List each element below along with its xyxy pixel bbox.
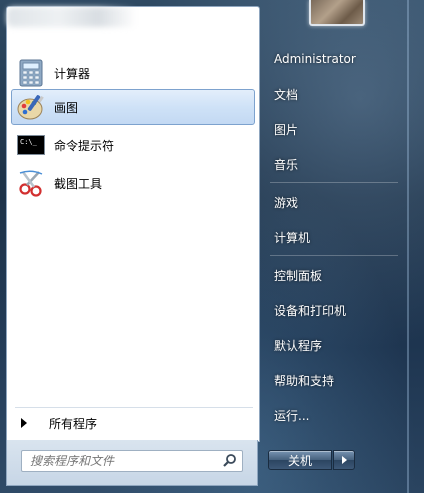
search-input[interactable]: [22, 451, 220, 471]
menu-item-pictures[interactable]: 图片: [268, 116, 408, 142]
program-item-snipping-tool[interactable]: 截图工具: [11, 165, 255, 201]
divider: [270, 255, 398, 256]
menu-item-control-panel[interactable]: 控制面板: [268, 262, 408, 288]
divider: [15, 407, 253, 408]
user-avatar[interactable]: [309, 0, 365, 26]
menu-item-games[interactable]: 游戏: [268, 189, 408, 215]
program-label: 命令提示符: [54, 138, 115, 153]
blurred-header: [7, 7, 137, 27]
shutdown-button[interactable]: 关机: [268, 450, 332, 470]
menu-item-help-support[interactable]: 帮助和支持: [268, 367, 408, 393]
menu-item-music[interactable]: 音乐: [268, 151, 408, 177]
shutdown-options-button[interactable]: [333, 450, 355, 470]
program-label: 画图: [54, 100, 79, 115]
snipping-tool-icon: [16, 168, 46, 198]
programs-panel: 计算器 画图 C:\_ 命令提示符 截图工具 所有程序: [6, 6, 260, 442]
menu-item-devices-printers[interactable]: 设备和打印机: [268, 297, 408, 323]
chevron-right-icon: [341, 456, 347, 464]
menu-item-default-programs[interactable]: 默认程序: [268, 332, 408, 358]
command-prompt-icon-text: C:\_: [17, 135, 45, 155]
menu-item-run[interactable]: 运行...: [268, 402, 408, 428]
user-name-link[interactable]: Administrator: [268, 46, 408, 72]
program-label: 计算器: [54, 66, 91, 81]
command-prompt-icon: C:\_: [16, 130, 46, 160]
menu-item-documents[interactable]: 文档: [268, 81, 408, 107]
menu-item-computer[interactable]: 计算机: [268, 224, 408, 250]
program-item-command-prompt[interactable]: C:\_ 命令提示符: [11, 127, 255, 163]
program-item-paint[interactable]: 画图: [11, 89, 255, 125]
search-bar-area: [6, 440, 258, 486]
calculator-icon: [16, 58, 46, 88]
chevron-right-icon: [21, 418, 27, 428]
search-box[interactable]: [21, 450, 243, 472]
program-label: 截图工具: [54, 176, 103, 191]
all-programs-link[interactable]: 所有程序: [13, 412, 253, 434]
all-programs-label: 所有程序: [49, 416, 98, 431]
paint-icon: [16, 92, 46, 122]
divider: [270, 182, 398, 183]
search-icon[interactable]: [222, 453, 238, 469]
program-item-calculator[interactable]: 计算器: [11, 55, 255, 91]
